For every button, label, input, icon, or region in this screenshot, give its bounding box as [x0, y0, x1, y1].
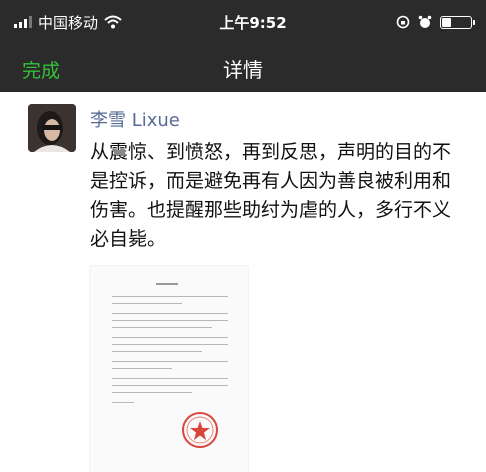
status-left: 中国移动	[14, 12, 154, 33]
wifi-icon	[104, 15, 122, 29]
red-seal-icon	[182, 412, 218, 448]
post-text: 从震惊、到愤怒，再到反思，声明的目的不是控诉，而是避免再有人因为善良被利用和伤害…	[90, 141, 452, 250]
post-detail: 李雪 Lixue 从震惊、到愤怒，再到反思，声明的目的不是控诉，而是避免再有人因…	[0, 92, 486, 472]
signal-icon	[14, 16, 32, 28]
post-body: 李雪 Lixue 从震惊、到愤怒，再到反思，声明的目的不是控诉，而是避免再有人因…	[90, 106, 472, 472]
document-image[interactable]	[90, 266, 248, 472]
author-name[interactable]: 李雪 Lixue	[90, 106, 472, 132]
status-bar: 中国移动 上午9:52	[0, 0, 486, 44]
status-time: 上午9:52	[219, 13, 287, 32]
avatar[interactable]	[28, 104, 76, 152]
page-title: 详情	[223, 57, 263, 82]
done-button[interactable]: 完成	[22, 56, 60, 83]
alarm-icon	[418, 15, 432, 28]
nav-bar: 完成 详情	[0, 44, 486, 92]
status-right	[352, 15, 475, 29]
document-title	[156, 283, 178, 285]
carrier-name: 中国移动	[38, 13, 99, 32]
rotation-lock-icon	[396, 15, 410, 29]
avatar-image	[28, 104, 76, 152]
battery-icon	[440, 15, 475, 29]
